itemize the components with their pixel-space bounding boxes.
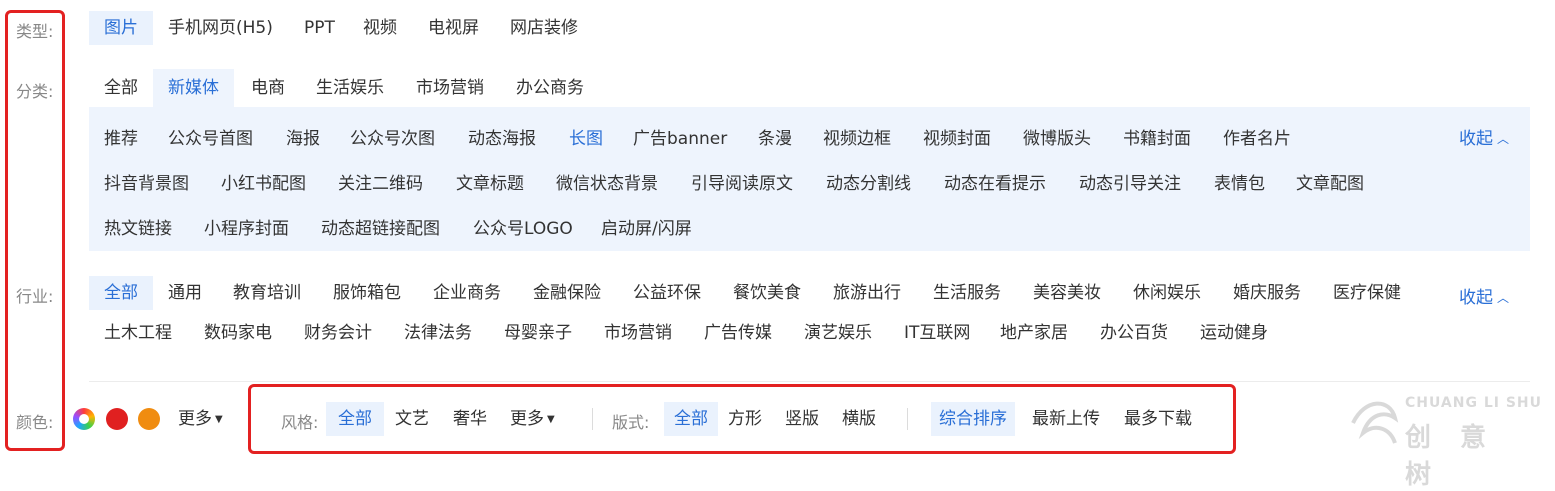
sub-category-item[interactable]: 视频封面 xyxy=(923,124,991,149)
type-option-tv[interactable]: 电视屏 xyxy=(413,11,494,45)
sub-category-item[interactable]: 抖音背景图 xyxy=(104,169,189,194)
color-swatch-red[interactable] xyxy=(106,408,128,430)
category-option-new-media[interactable]: 新媒体 xyxy=(153,69,234,107)
category-option-marketing[interactable]: 市场营销 xyxy=(401,71,499,105)
sub-category-item[interactable]: 作者名片 xyxy=(1223,124,1291,149)
color-swatch-orange[interactable] xyxy=(138,408,160,430)
type-option-h5[interactable]: 手机网页(H5) xyxy=(153,11,288,45)
industry-option[interactable]: 地产家居 xyxy=(985,316,1083,350)
collapse-label: 收起 xyxy=(1459,288,1493,308)
sub-category-item[interactable]: 书籍封面 xyxy=(1123,124,1191,149)
sub-category-item[interactable]: 条漫 xyxy=(758,124,792,149)
industry-option[interactable]: 通用 xyxy=(153,276,217,310)
industry-option[interactable]: 婚庆服务 xyxy=(1218,276,1316,310)
industry-option[interactable]: 餐饮美食 xyxy=(718,276,816,310)
chevron-up-icon: ︿ xyxy=(1497,132,1510,146)
type-option-ppt[interactable]: PPT xyxy=(289,11,350,45)
sub-category-item[interactable]: 公众号次图 xyxy=(350,124,435,149)
sub-category-item[interactable]: 动态超链接配图 xyxy=(321,214,440,239)
industry-option[interactable]: 数码家电 xyxy=(189,316,287,350)
industry-option[interactable]: 教育培训 xyxy=(218,276,316,310)
sub-category-item[interactable]: 引导阅读原文 xyxy=(691,169,793,194)
watermark-text-en: CHUANG LI SHU xyxy=(1405,395,1543,411)
sub-category-item[interactable]: 海报 xyxy=(286,124,320,149)
sub-category-item[interactable]: 小程序封面 xyxy=(204,214,289,239)
industry-option[interactable]: 服饰箱包 xyxy=(318,276,416,310)
sub-category-item[interactable]: 表情包 xyxy=(1214,169,1265,194)
category-option-office[interactable]: 办公商务 xyxy=(501,71,599,105)
category-option-all[interactable]: 全部 xyxy=(89,71,153,105)
watermark-logo: CHUANG LI SHU 创 意 树 xyxy=(1345,393,1550,490)
category-option-life[interactable]: 生活娱乐 xyxy=(301,71,399,105)
category-collapse-button[interactable]: 收起 ︿ xyxy=(1459,124,1509,149)
industry-option[interactable]: 企业商务 xyxy=(418,276,516,310)
industry-option[interactable]: 旅游出行 xyxy=(818,276,916,310)
rainbow-swatch-center xyxy=(79,414,89,424)
sub-category-item[interactable]: 文章标题 xyxy=(456,169,524,194)
industry-option[interactable]: 母婴亲子 xyxy=(489,316,587,350)
color-swatch-rainbow[interactable] xyxy=(73,408,95,430)
watermark-text-cn: 创 意 树 xyxy=(1405,423,1497,490)
sub-category-item[interactable]: 动态引导关注 xyxy=(1079,169,1181,194)
industry-option[interactable]: 办公百货 xyxy=(1085,316,1183,350)
industry-option[interactable]: IT互联网 xyxy=(889,316,985,350)
sub-category-item[interactable]: 微博版头 xyxy=(1023,124,1091,149)
color-more-dropdown[interactable]: 更多 ▼ xyxy=(163,402,238,436)
industry-option[interactable]: 休闲娱乐 xyxy=(1118,276,1216,310)
sub-category-item[interactable]: 动态分割线 xyxy=(826,169,911,194)
sub-category-item[interactable]: 微信状态背景 xyxy=(556,169,658,194)
collapse-label: 收起 xyxy=(1459,129,1493,149)
caret-down-icon: ▼ xyxy=(215,414,223,425)
sub-category-item[interactable]: 小红书配图 xyxy=(221,169,306,194)
sub-category-item[interactable]: 文章配图 xyxy=(1296,169,1364,194)
industry-option[interactable]: 演艺娱乐 xyxy=(789,316,887,350)
type-option-image[interactable]: 图片 xyxy=(89,11,153,45)
industry-option[interactable]: 财务会计 xyxy=(289,316,387,350)
industry-option[interactable]: 公益环保 xyxy=(618,276,716,310)
industry-option[interactable]: 金融保险 xyxy=(518,276,616,310)
sub-category-item-long-image[interactable]: 长图 xyxy=(569,124,603,149)
industry-option[interactable]: 市场营销 xyxy=(589,316,687,350)
sub-category-item[interactable]: 广告banner xyxy=(633,124,727,149)
industry-option[interactable]: 广告传媒 xyxy=(689,316,787,350)
sub-category-item[interactable]: 公众号LOGO xyxy=(473,214,573,239)
industry-option[interactable]: 医疗保健 xyxy=(1318,276,1416,310)
industry-collapse-button[interactable]: 收起 ︿ xyxy=(1459,283,1509,308)
sub-category-item[interactable]: 热文链接 xyxy=(104,214,172,239)
type-option-shop[interactable]: 网店装修 xyxy=(495,11,593,45)
sub-category-panel: 推荐 公众号首图 海报 公众号次图 动态海报 长图 广告banner 条漫 视频… xyxy=(89,107,1530,251)
chevron-up-icon: ︿ xyxy=(1497,291,1510,305)
industry-option-all[interactable]: 全部 xyxy=(89,276,153,310)
industry-option[interactable]: 美容美妆 xyxy=(1018,276,1116,310)
industry-option[interactable]: 法律法务 xyxy=(389,316,487,350)
type-option-video[interactable]: 视频 xyxy=(348,11,412,45)
industry-option[interactable]: 运动健身 xyxy=(1185,316,1283,350)
industry-option[interactable]: 生活服务 xyxy=(918,276,1016,310)
sub-category-item[interactable]: 动态海报 xyxy=(468,124,536,149)
sub-category-item[interactable]: 启动屏/闪屏 xyxy=(601,214,692,239)
category-option-ecommerce[interactable]: 电商 xyxy=(236,71,300,105)
industry-option[interactable]: 土木工程 xyxy=(89,316,187,350)
highlight-box-filters xyxy=(248,384,1236,454)
sub-category-item[interactable]: 公众号首图 xyxy=(168,124,253,149)
sub-category-item[interactable]: 动态在看提示 xyxy=(944,169,1046,194)
color-more-label: 更多 xyxy=(178,409,212,429)
sub-category-item[interactable]: 视频边框 xyxy=(823,124,891,149)
sub-category-item[interactable]: 推荐 xyxy=(104,124,138,149)
sub-category-item[interactable]: 关注二维码 xyxy=(338,169,423,194)
section-divider xyxy=(89,381,1530,382)
highlight-box-row-labels xyxy=(5,10,65,451)
